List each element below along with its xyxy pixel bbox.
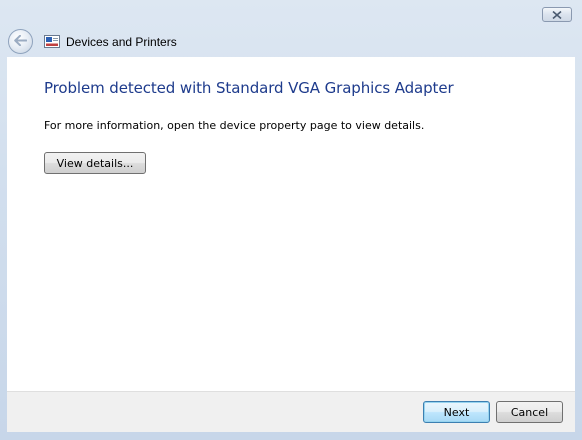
problem-heading: Problem detected with Standard VGA Graph…	[44, 79, 454, 97]
footer-bar: Next Cancel	[7, 391, 575, 432]
back-button[interactable]	[8, 29, 33, 54]
back-arrow-icon	[14, 34, 28, 49]
next-button[interactable]: Next	[423, 401, 490, 423]
close-button[interactable]	[542, 7, 572, 22]
close-icon	[552, 10, 562, 19]
info-text: For more information, open the device pr…	[44, 119, 425, 132]
content-pane: Problem detected with Standard VGA Graph…	[7, 57, 575, 391]
view-details-button[interactable]: View details...	[44, 152, 146, 174]
window-title: Devices and Printers	[66, 35, 177, 49]
troubleshooter-window: Devices and Printers Problem detected wi…	[0, 0, 582, 440]
navigation-bar: Devices and Printers	[0, 27, 582, 57]
cancel-button[interactable]: Cancel	[496, 401, 563, 423]
devices-and-printers-icon	[44, 35, 60, 48]
